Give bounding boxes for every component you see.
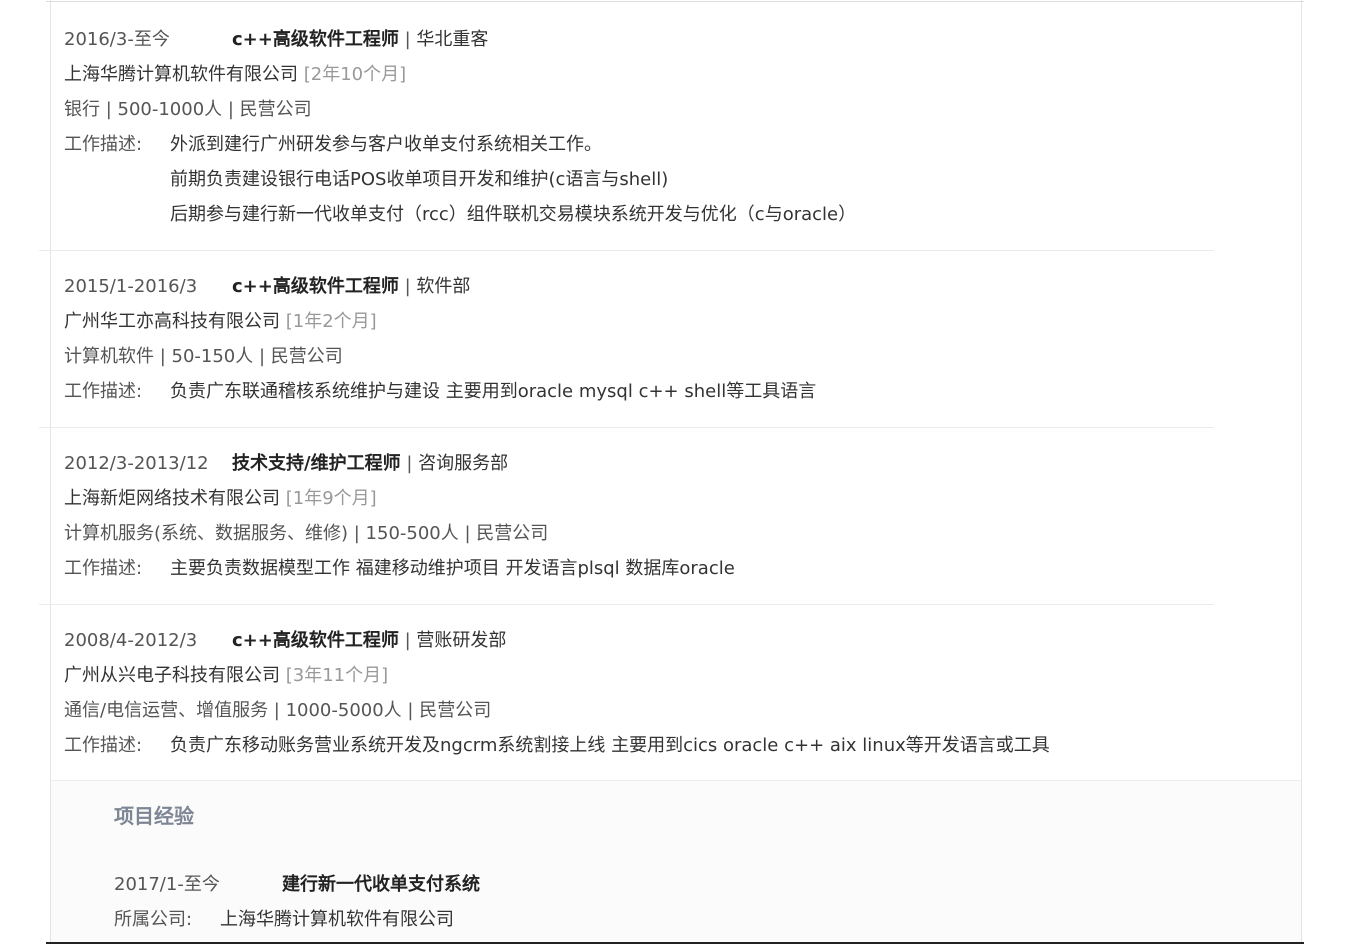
department: 咨询服务部 — [418, 453, 509, 474]
work-entry: 2008/4-2012/3 c++高级软件工程师 | 营账研发部 广州从兴电子科技… — [64, 623, 1214, 763]
department: 营账研发部 — [416, 630, 507, 651]
section-heading-projects: 项目经验 — [114, 804, 194, 828]
industry-info: 计算机服务(系统、数据服务、维修) | 150-500人 | 民营公司 — [64, 523, 549, 544]
department: 华北重客 — [416, 29, 489, 50]
job-title: c++高级软件工程师 — [232, 630, 399, 651]
desc-line: 前期负责建设银行电话POS收单项目开发和维护(c语言与shell) — [170, 169, 669, 190]
project-entry: 2017/1-至今 建行新一代收单支付系统 所属公司: 上海华腾计算机软件有限公司 — [114, 867, 1214, 937]
entry-period: 2012/3-2013/12 — [64, 453, 209, 474]
job-title: c++高级软件工程师 — [232, 276, 399, 297]
entry-period: 2016/3-至今 — [64, 29, 170, 50]
work-entry: 2015/1-2016/3 c++高级软件工程师 | 软件部 广州华工亦高科技有限… — [39, 269, 1214, 446]
job-title: c++高级软件工程师 — [232, 29, 399, 50]
company-row: 上海新炬网络技术有限公司 [1年9个月] — [64, 481, 1214, 516]
project-company: 上海华腾计算机软件有限公司 — [220, 909, 454, 930]
job-title: 技术支持/维护工程师 — [232, 453, 401, 474]
company-row: 广州从兴电子科技有限公司 [3年11个月] — [64, 658, 1214, 693]
work-entry: 2012/3-2013/12 技术支持/维护工程师 | 咨询服务部 上海新炬网络技… — [39, 446, 1214, 623]
company-name: 广州从兴电子科技有限公司 — [64, 665, 280, 686]
separator: | — [404, 276, 411, 297]
separator: | — [404, 29, 411, 50]
company-name: 上海华腾计算机软件有限公司 — [64, 64, 298, 85]
industry-info: 计算机软件 | 50-150人 | 民营公司 — [64, 346, 343, 367]
duration: [1年2个月] — [285, 311, 377, 332]
entry-header: 2015/1-2016/3 c++高级软件工程师 | 软件部 — [64, 269, 1214, 304]
job-description: 工作描述: 负责广东移动账务营业系统开发及ngcrm系统割接上线 主要用到cic… — [64, 728, 1214, 763]
project-period: 2017/1-至今 — [114, 874, 220, 895]
company-row: 上海华腾计算机软件有限公司 [2年10个月] — [64, 57, 1214, 92]
separator: | — [406, 453, 413, 474]
desc-line: 主要负责数据模型工作 福建移动维护项目 开发语言plsql 数据库oracle — [170, 558, 735, 579]
desc-label: 工作描述: — [64, 381, 143, 402]
project-name: 建行新一代收单支付系统 — [282, 874, 480, 895]
job-description: 工作描述: 外派到建行广州研发参与客户收单支付系统相关工作。 前期负责建设银行电… — [64, 127, 1214, 232]
separator: | — [404, 630, 411, 651]
job-description: 工作描述: 负责广东联通稽核系统维护与建设 主要用到oracle mysql c… — [64, 374, 1214, 409]
entry-header: 2016/3-至今 c++高级软件工程师 | 华北重客 — [64, 22, 1214, 57]
industry-info: 通信/电信运营、增值服务 | 1000-5000人 | 民营公司 — [64, 700, 492, 721]
company-name: 广州华工亦高科技有限公司 — [64, 311, 280, 332]
duration: [1年9个月] — [285, 488, 377, 509]
desc-label: 工作描述: — [64, 735, 143, 756]
entry-period: 2015/1-2016/3 — [64, 276, 198, 297]
job-description: 工作描述: 主要负责数据模型工作 福建移动维护项目 开发语言plsql 数据库o… — [64, 551, 1214, 586]
work-experience-list: 2016/3-至今 c++高级软件工程师 | 华北重客 上海华腾计算机软件有限公司… — [39, 22, 1214, 763]
desc-line: 后期参与建行新一代收单支付（rcc）组件联机交易模块系统开发与优化（c与orac… — [170, 204, 857, 225]
desc-line: 外派到建行广州研发参与客户收单支付系统相关工作。 — [170, 134, 602, 155]
entry-header: 2012/3-2013/12 技术支持/维护工程师 | 咨询服务部 — [64, 446, 1214, 481]
desc-label: 工作描述: — [64, 134, 143, 155]
project-header: 2017/1-至今 建行新一代收单支付系统 — [114, 867, 1214, 902]
project-company-label: 所属公司: — [114, 909, 193, 930]
work-entry: 2016/3-至今 c++高级软件工程师 | 华北重客 上海华腾计算机软件有限公司… — [39, 22, 1214, 269]
company-name: 上海新炬网络技术有限公司 — [64, 488, 280, 509]
desc-line: 负责广东移动账务营业系统开发及ngcrm系统割接上线 主要用到cics orac… — [170, 735, 1050, 756]
duration: [3年11个月] — [285, 665, 389, 686]
industry-info: 银行 | 500-1000人 | 民营公司 — [64, 99, 312, 120]
project-company-row: 所属公司: 上海华腾计算机软件有限公司 — [114, 902, 1214, 937]
top-border — [46, 1, 1304, 2]
desc-line: 负责广东联通稽核系统维护与建设 主要用到oracle mysql c++ she… — [170, 381, 817, 402]
duration: [2年10个月] — [303, 64, 407, 85]
department: 软件部 — [416, 276, 471, 297]
company-row: 广州华工亦高科技有限公司 [1年2个月] — [64, 304, 1214, 339]
entry-header: 2008/4-2012/3 c++高级软件工程师 | 营账研发部 — [64, 623, 1214, 658]
entry-period: 2008/4-2012/3 — [64, 630, 198, 651]
desc-label: 工作描述: — [64, 558, 143, 579]
